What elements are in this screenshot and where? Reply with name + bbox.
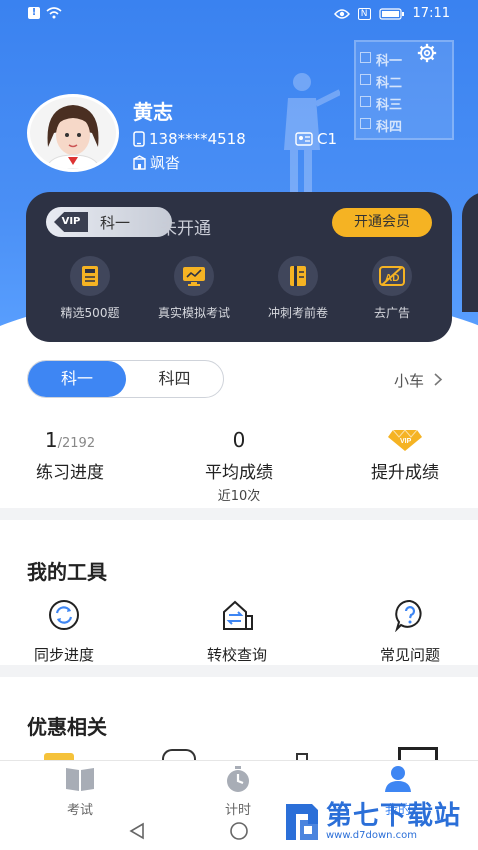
vehicle-label: 小车 — [394, 372, 425, 390]
clock-text: 17:11 — [412, 6, 450, 21]
watermark-logo — [286, 804, 318, 840]
tab-subject-four[interactable]: 科四 — [126, 361, 223, 397]
stopwatch-icon — [227, 766, 249, 792]
watermark-url: www.d7down.com — [326, 830, 418, 841]
tool-faq[interactable]: 常见问题 — [350, 598, 470, 665]
battery-icon — [378, 7, 404, 20]
phone-number: 138****4518 — [149, 130, 246, 148]
average-score-value: 0 — [232, 428, 246, 452]
region-name: 飒沓 — [150, 154, 181, 172]
feature-remove-ads[interactable]: AD 去广告 — [344, 256, 440, 321]
tool-label: 转校查询 — [206, 646, 267, 664]
vip-subject-tag: VIP 科一 — [46, 207, 172, 237]
profile-page: ! N 17:11 科一 科二 科三 科四 黄志 138****4518 C1 … — [0, 0, 478, 850]
tool-label: 常见问题 — [379, 646, 440, 664]
average-score-label: 平均成绩 — [205, 463, 273, 483]
monitor-icon — [183, 267, 205, 286]
checklist-illustration: 科一 科二 科三 科四 — [354, 40, 454, 140]
question-icon — [394, 599, 422, 633]
vip-subject: 科一 — [100, 213, 131, 232]
svg-text:VIP: VIP — [400, 438, 412, 445]
progress-total: /2192 — [57, 436, 96, 451]
notebook-icon — [290, 266, 306, 286]
transfer-school-icon — [223, 600, 253, 630]
eye-icon — [333, 8, 350, 19]
license-card-icon — [295, 132, 313, 146]
home-nav-icon[interactable] — [229, 822, 249, 840]
subject-switch: 科一 科四 — [27, 360, 224, 398]
tab-timer[interactable]: 计时 — [178, 761, 298, 818]
settings-gear-icon[interactable] — [416, 42, 438, 64]
nfc-icon: N — [357, 7, 371, 20]
vehicle-selector[interactable]: 小车 — [394, 370, 443, 391]
book-500-icon — [82, 266, 98, 286]
tool-transfer-school[interactable]: 转校查询 — [177, 598, 297, 665]
vip-logo-icon: VIP — [54, 212, 88, 232]
avatar[interactable] — [27, 94, 119, 172]
back-nav-icon[interactable] — [128, 822, 146, 840]
watermark: 第七下载站 www.d7down.com — [282, 800, 461, 844]
boost-score-label: 提升成绩 — [371, 463, 439, 483]
book-icon — [66, 768, 94, 791]
phone-row: 138****4518 — [133, 130, 246, 148]
progress-label: 练习进度 — [36, 463, 104, 483]
tab-exam[interactable]: 考试 — [20, 761, 140, 818]
feature-500-questions[interactable]: 精选500题 — [42, 256, 138, 321]
vip-diamond-icon: VIP — [388, 429, 422, 451]
tool-label: 同步进度 — [33, 646, 94, 664]
avatar-photo — [30, 97, 116, 169]
phone-icon — [133, 131, 145, 147]
license-type: C1 — [317, 130, 338, 148]
chevron-right-icon — [434, 373, 442, 386]
discount-section: 优惠相关 — [0, 677, 478, 767]
average-score-sub: 近10次 — [217, 489, 261, 504]
tab-subject-one[interactable]: 科一 — [28, 361, 126, 397]
tool-sync-progress[interactable]: 同步进度 — [4, 598, 124, 665]
tools-title: 我的工具 — [27, 560, 107, 584]
feature-sprint-paper[interactable]: 冲刺考前卷 — [250, 256, 346, 321]
alert-icon: ! — [28, 7, 40, 19]
practice-progress[interactable]: 1/2192 练习进度 — [20, 428, 120, 483]
discount-title: 优惠相关 — [27, 715, 107, 739]
license-row: C1 — [295, 130, 337, 148]
wifi-icon — [46, 7, 62, 19]
feature-mock-exam[interactable]: 真实模拟考试 — [146, 256, 242, 321]
person-icon — [385, 766, 411, 792]
user-name: 黄志 — [133, 100, 173, 124]
status-bar: ! N 17:11 — [0, 0, 478, 28]
watermark-name: 第七下载站 — [326, 801, 462, 831]
progress-value: 1 — [44, 428, 58, 452]
open-vip-button[interactable]: 开通会员 — [332, 208, 432, 237]
location-building-icon — [133, 155, 146, 170]
vip-card[interactable]: VIP 科一 未开通 开通会员 精选500题 真实模拟考试 冲刺考前卷 AD 去… — [26, 192, 452, 342]
next-card-edge — [462, 192, 478, 312]
boost-score[interactable]: VIP 提升成绩 — [355, 428, 455, 483]
region-row: 飒沓 — [133, 152, 180, 173]
vip-status: 未开通 — [160, 219, 211, 239]
average-score[interactable]: 0 平均成绩 近10次 — [189, 428, 289, 504]
no-ad-icon: AD — [379, 266, 405, 286]
sync-icon — [49, 600, 79, 630]
